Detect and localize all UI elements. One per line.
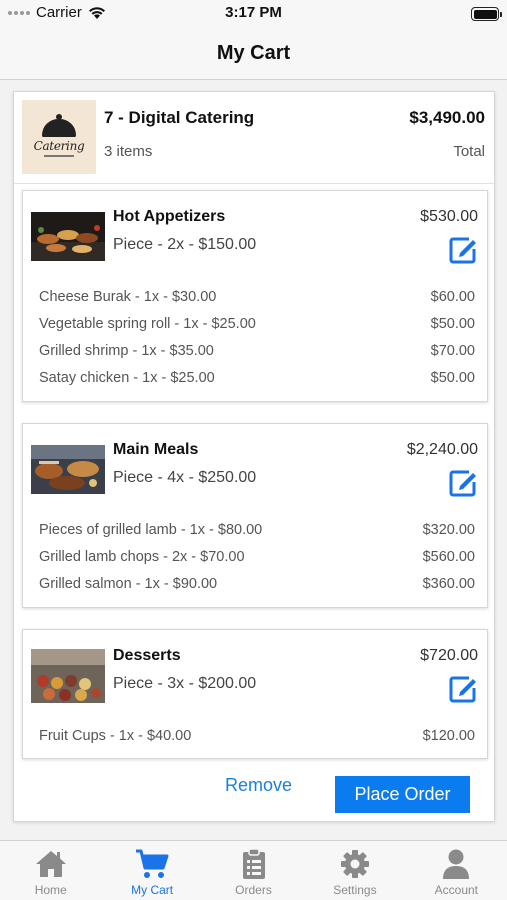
list-item: Grilled salmon - 1x - $90.00 $360.00	[39, 570, 475, 597]
section-items: Cheese Burak - 1x - $30.00 $60.00 Vegeta…	[39, 283, 475, 391]
item-price: $560.00	[422, 548, 475, 565]
list-item: Satay chicken - 1x - $25.00 $50.00	[39, 364, 475, 391]
item-label: Pieces of grilled lamb - 1x - $80.00	[39, 521, 263, 538]
section-name: Main Meals	[113, 441, 199, 458]
section-price-line: Piece - 4x - $250.00	[113, 469, 257, 486]
section-price-line: Piece - 2x - $150.00	[113, 236, 257, 253]
user-icon	[443, 849, 470, 879]
status-time: 3:17 PM	[225, 4, 282, 21]
store-header: Catering 7 - Digital Catering 3 items $3…	[14, 92, 494, 184]
store-name: 7 - Digital Catering	[104, 108, 255, 127]
item-label: Satay chicken - 1x - $25.00	[39, 369, 215, 386]
edit-icon[interactable]	[449, 469, 479, 497]
home-icon	[35, 851, 66, 877]
item-label: Cheese Burak - 1x - $30.00	[39, 288, 217, 305]
item-price: $50.00	[430, 315, 475, 332]
page-title: My Cart	[216, 42, 291, 64]
tab-label: Home	[34, 883, 67, 897]
tab-label: Settings	[333, 883, 377, 897]
section-items: Pieces of grilled lamb - 1x - $80.00 $32…	[39, 516, 475, 597]
section-image	[31, 445, 105, 494]
gear-icon	[340, 850, 369, 878]
item-label: Vegetable spring roll - 1x - $25.00	[39, 315, 256, 332]
item-price: $50.00	[430, 369, 475, 386]
section-items: Fruit Cups - 1x - $40.00 $120.00	[39, 722, 475, 749]
section-total: $530.00	[420, 208, 478, 225]
item-price: $60.00	[430, 288, 475, 305]
tab-label: Orders	[235, 883, 272, 897]
status-bar: Carrier 3:17 PM	[0, 0, 507, 28]
list-item: Fruit Cups - 1x - $40.00 $120.00	[39, 722, 475, 749]
tab-my-cart[interactable]: My Cart	[101, 841, 202, 900]
place-order-button[interactable]: Place Order	[335, 776, 470, 813]
item-price: $360.00	[422, 575, 475, 592]
tab-account[interactable]: Account	[406, 841, 507, 900]
cart-section-main-meals: Main Meals Piece - 4x - $250.00 $2,240.0…	[22, 423, 488, 608]
item-label: Fruit Cups - 1x - $40.00	[39, 727, 192, 744]
tab-orders[interactable]: Orders	[203, 841, 304, 900]
tab-bar: Home My Cart Orders Settings Account	[0, 840, 507, 900]
remove-button[interactable]: Remove	[225, 775, 292, 796]
section-image	[31, 649, 105, 703]
store-logo-text: Catering	[33, 139, 85, 153]
cart-store-card: Catering 7 - Digital Catering 3 items $3…	[13, 91, 495, 822]
cart-icon	[136, 849, 169, 878]
section-name: Hot Appetizers	[113, 208, 226, 225]
item-label: Grilled lamb chops - 2x - $70.00	[39, 548, 245, 565]
tab-home[interactable]: Home	[0, 841, 101, 900]
item-price: $70.00	[430, 342, 475, 359]
store-item-count: 3 items	[104, 143, 153, 160]
section-name: Desserts	[113, 647, 181, 664]
navigation-bar: My Cart	[0, 28, 507, 80]
cart-section-hot-appetizers: Hot Appetizers Piece - 2x - $150.00 $530…	[22, 190, 488, 402]
clipboard-icon	[242, 848, 265, 879]
battery-icon	[471, 7, 502, 21]
edit-icon[interactable]	[449, 675, 479, 703]
tab-label: Account	[434, 883, 478, 897]
cloche-icon	[42, 114, 76, 137]
list-item: Grilled shrimp - 1x - $35.00 $70.00	[39, 337, 475, 364]
section-total: $2,240.00	[406, 441, 478, 458]
list-item: Cheese Burak - 1x - $30.00 $60.00	[39, 283, 475, 310]
list-item: Pieces of grilled lamb - 1x - $80.00 $32…	[39, 516, 475, 543]
section-image	[31, 212, 105, 261]
store-total: $3,490.00	[409, 108, 485, 127]
list-item: Vegetable spring roll - 1x - $25.00 $50.…	[39, 310, 475, 337]
item-label: Grilled salmon - 1x - $90.00	[39, 575, 218, 592]
cart-section-desserts: Desserts Piece - 3x - $200.00 $720.00 Fr…	[22, 629, 488, 759]
list-item: Grilled lamb chops - 2x - $70.00 $560.00	[39, 543, 475, 570]
item-price: $320.00	[422, 521, 475, 538]
item-label: Grilled shrimp - 1x - $35.00	[39, 342, 214, 359]
section-total: $720.00	[420, 647, 478, 664]
tab-settings[interactable]: Settings	[304, 841, 405, 900]
item-price: $120.00	[422, 727, 475, 744]
section-price-line: Piece - 3x - $200.00	[113, 675, 257, 692]
store-logo: Catering	[22, 100, 96, 174]
edit-icon[interactable]	[449, 236, 479, 264]
store-total-label: Total	[453, 143, 485, 160]
tab-label: My Cart	[131, 883, 174, 897]
